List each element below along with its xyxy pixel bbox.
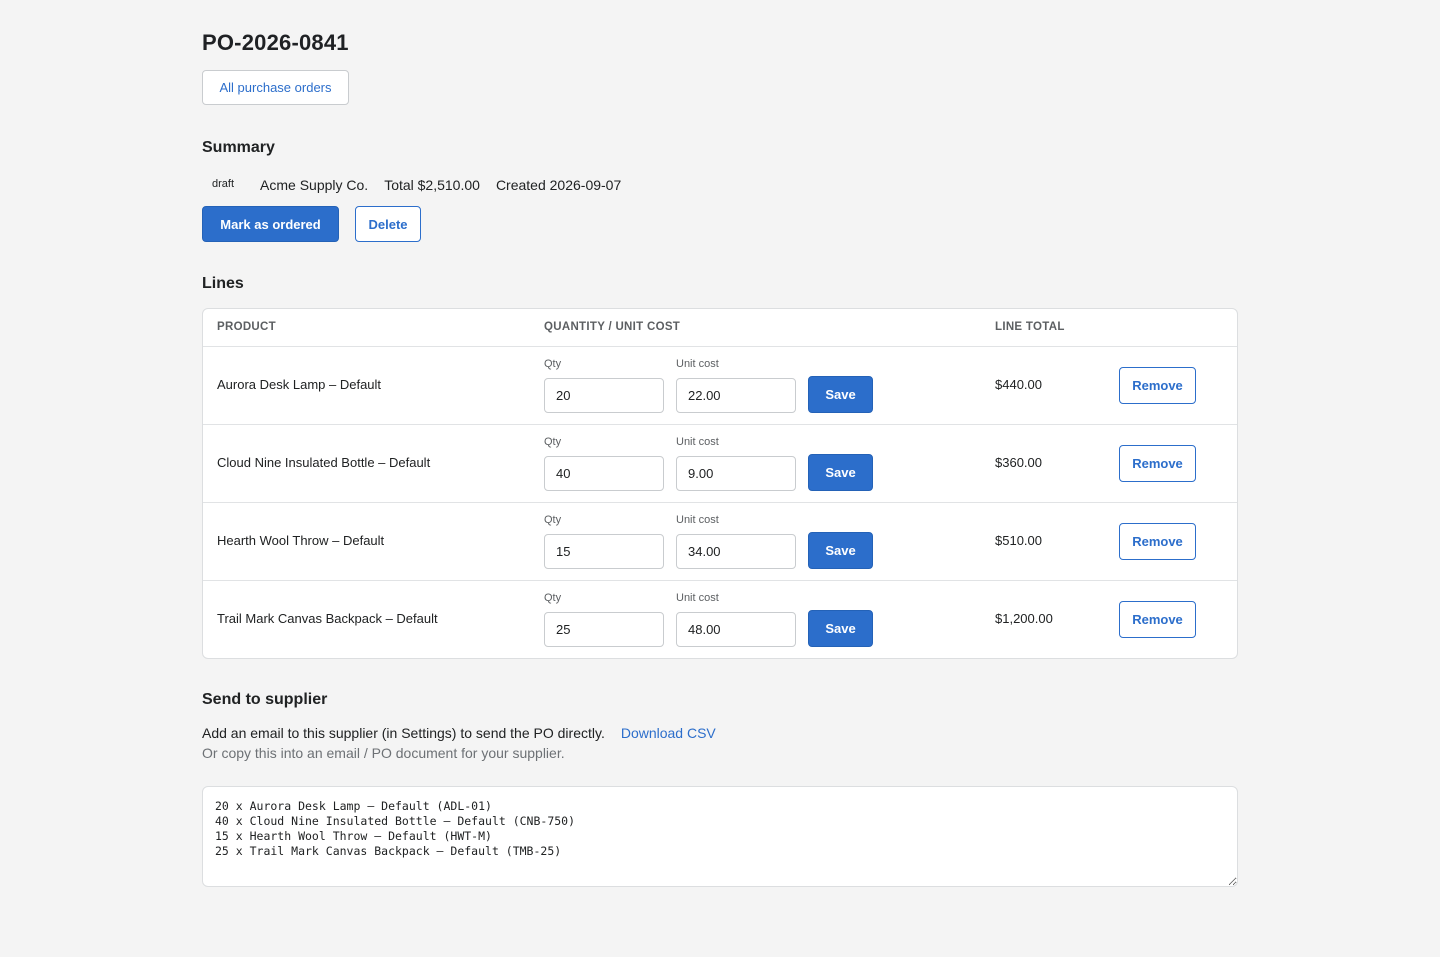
column-header-line-total: LINE TOTAL: [995, 321, 1065, 333]
table-row: Hearth Wool Throw – Default Qty Unit cos…: [203, 503, 1237, 581]
status-badge: draft: [212, 178, 235, 190]
lines-table: PRODUCT QUANTITY / UNIT COST LINE TOTAL …: [202, 308, 1238, 659]
table-row: Cloud Nine Insulated Bottle – Default Qt…: [203, 425, 1237, 503]
created-date: Created 2026-09-07: [495, 177, 622, 193]
remove-button[interactable]: Remove: [1119, 601, 1196, 638]
line-total: $1,200.00: [995, 611, 1053, 626]
product-name: Trail Mark Canvas Backpack – Default: [217, 611, 438, 626]
save-button[interactable]: Save: [808, 454, 873, 491]
remove-button[interactable]: Remove: [1119, 367, 1196, 404]
column-header-product: PRODUCT: [217, 321, 276, 333]
all-purchase-orders-button[interactable]: All purchase orders: [202, 70, 349, 105]
summary-row: draft Acme Supply Co. Total $2,510.00 Cr…: [202, 175, 637, 195]
qty-input[interactable]: [544, 456, 664, 491]
qty-label: Qty: [544, 358, 562, 370]
delete-button[interactable]: Delete: [355, 206, 421, 242]
send-to-supplier-heading: Send to supplier: [202, 691, 328, 708]
supplier-name: Acme Supply Co.: [260, 177, 369, 193]
save-button[interactable]: Save: [808, 610, 873, 647]
table-header: PRODUCT QUANTITY / UNIT COST LINE TOTAL: [203, 309, 1237, 347]
unit-cost-label: Unit cost: [676, 436, 719, 448]
lines-heading: Lines: [202, 275, 244, 292]
remove-button[interactable]: Remove: [1119, 445, 1196, 482]
column-header-quantity: QUANTITY / UNIT COST: [544, 321, 681, 333]
unit-cost-label: Unit cost: [676, 358, 719, 370]
send-hint: Or copy this into an email / PO document…: [202, 745, 565, 761]
unit-cost-input[interactable]: [676, 534, 796, 569]
line-total: $360.00: [995, 455, 1042, 470]
qty-label: Qty: [544, 514, 562, 526]
line-total: $510.00: [995, 533, 1042, 548]
product-name: Aurora Desk Lamp – Default: [217, 377, 382, 392]
qty-input[interactable]: [544, 534, 664, 569]
product-name: Hearth Wool Throw – Default: [217, 533, 385, 548]
qty-label: Qty: [544, 436, 562, 448]
unit-cost-input[interactable]: [676, 612, 796, 647]
download-csv-link[interactable]: Download CSV: [621, 725, 716, 741]
order-total: Total $2,510.00: [384, 177, 480, 193]
product-name: Cloud Nine Insulated Bottle – Default: [217, 455, 431, 470]
po-copy-textarea[interactable]: 20 x Aurora Desk Lamp – Default (ADL-01)…: [202, 786, 1238, 887]
page-title: PO-2026-0841: [202, 30, 349, 55]
remove-button[interactable]: Remove: [1119, 523, 1196, 560]
qty-input[interactable]: [544, 378, 664, 413]
mark-as-ordered-button[interactable]: Mark as ordered: [202, 206, 339, 242]
save-button[interactable]: Save: [808, 532, 873, 569]
send-info-text: Add an email to this supplier (in Settin…: [202, 725, 605, 741]
unit-cost-input[interactable]: [676, 456, 796, 491]
unit-cost-label: Unit cost: [676, 514, 719, 526]
qty-label: Qty: [544, 592, 562, 604]
qty-input[interactable]: [544, 612, 664, 647]
save-button[interactable]: Save: [808, 376, 873, 413]
table-row: Trail Mark Canvas Backpack – Default Qty…: [203, 581, 1237, 658]
unit-cost-label: Unit cost: [676, 592, 719, 604]
table-row: Aurora Desk Lamp – Default Qty Unit cost…: [203, 347, 1237, 425]
summary-heading: Summary: [202, 139, 275, 156]
unit-cost-input[interactable]: [676, 378, 796, 413]
line-total: $440.00: [995, 377, 1042, 392]
send-info: Add an email to this supplier (in Settin…: [202, 725, 716, 741]
